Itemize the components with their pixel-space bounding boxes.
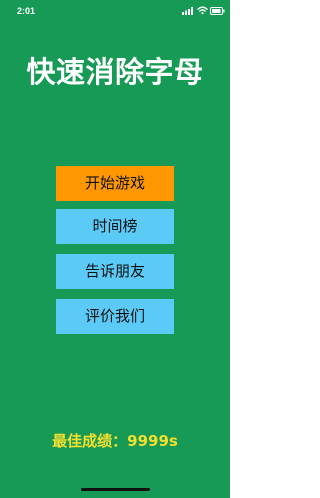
status-bar: 2:01 (0, 0, 230, 22)
status-icons (182, 6, 225, 16)
best-score-label: 最佳成绩： (52, 432, 128, 450)
home-indicator (81, 488, 150, 491)
start-game-button[interactable]: 开始游戏 (56, 166, 174, 201)
tell-friends-button[interactable]: 告诉朋友 (56, 254, 174, 289)
time-rank-button[interactable]: 时间榜 (56, 209, 174, 244)
app-title: 快速消除字母 (26, 55, 204, 89)
battery-icon (210, 7, 225, 15)
signal-icon (182, 7, 193, 15)
wifi-icon (197, 6, 208, 15)
best-score-value: 9999s (127, 432, 178, 450)
game-home-screen: 2:01 快速消除字母 开始游戏 时间榜 告诉朋友 评价我们 最佳成绩：9999… (0, 0, 230, 498)
rate-us-button[interactable]: 评价我们 (56, 299, 174, 334)
status-time: 2:01 (17, 6, 36, 16)
best-score: 最佳成绩：9999s (0, 432, 230, 450)
